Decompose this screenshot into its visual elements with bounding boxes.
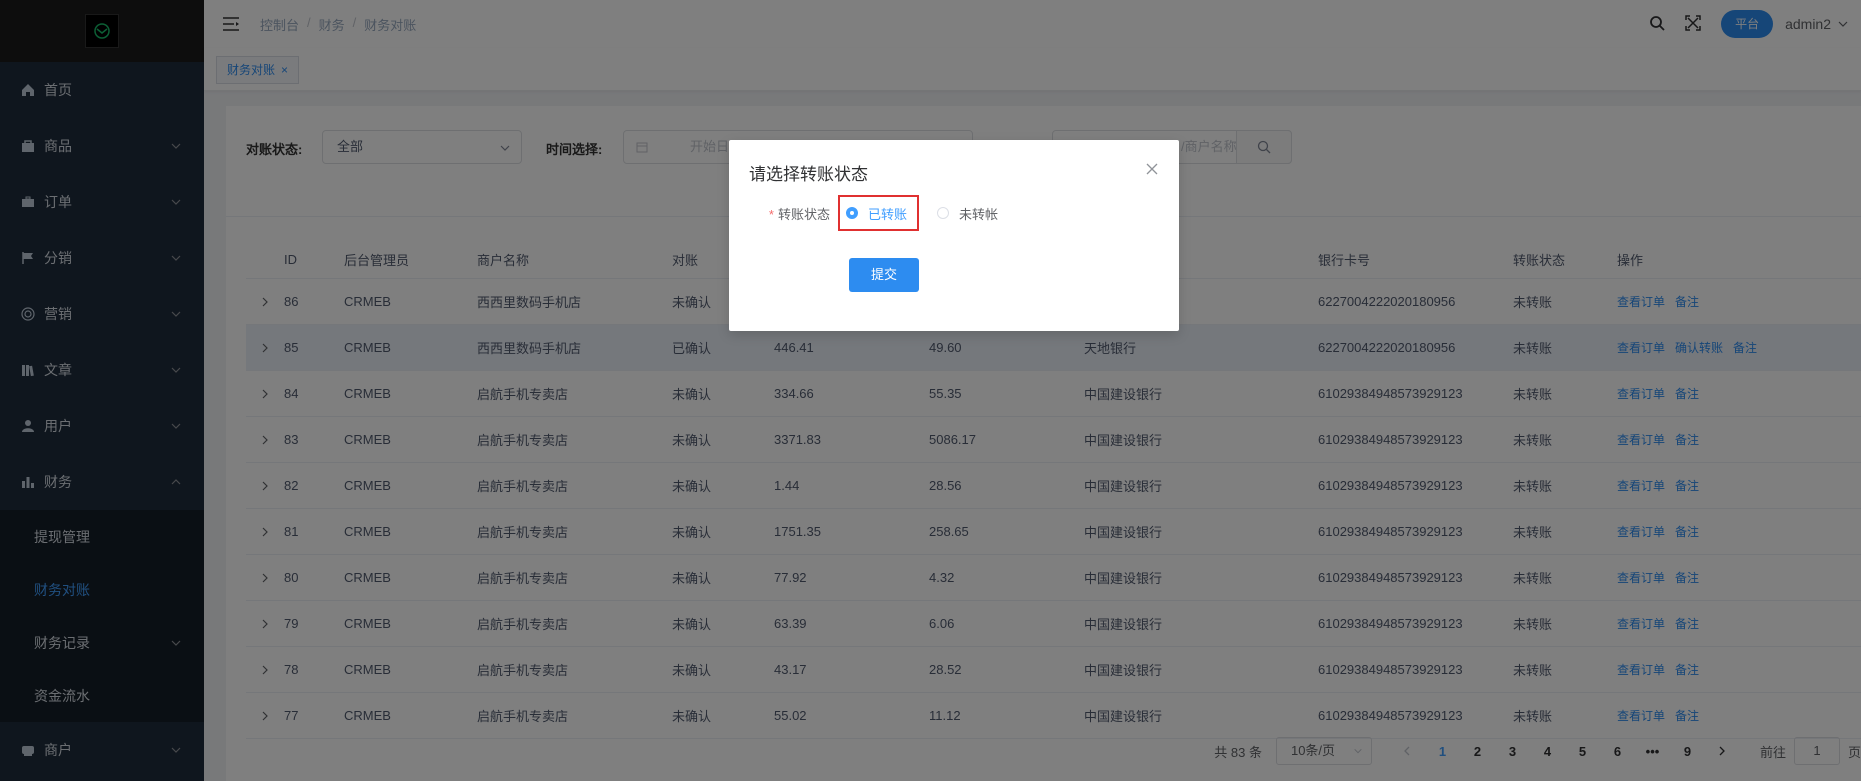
radio-checked-icon xyxy=(846,207,858,219)
close-icon[interactable] xyxy=(1145,162,1159,176)
modal-overlay[interactable] xyxy=(0,0,1861,781)
radio-unchecked-icon xyxy=(937,207,950,219)
submit-button[interactable]: 提交 xyxy=(849,258,919,292)
dialog-title: 请选择转账状态 xyxy=(749,165,868,184)
radio-not-transferred[interactable]: 未转帐 xyxy=(937,204,998,223)
transfer-status-label: * 转账状态 xyxy=(729,204,838,223)
radio-transferred[interactable]: 已转账 xyxy=(846,204,907,223)
radio-label: 未转帐 xyxy=(959,206,999,222)
transfer-status-dialog: 请选择转账状态 * 转账状态 已转账 未转帐 提交 xyxy=(729,140,1179,331)
radio-label: 已转账 xyxy=(868,206,908,222)
highlight-box: 已转账 xyxy=(838,195,920,231)
required-mark: * xyxy=(768,206,774,222)
transfer-status-row: * 转账状态 已转账 未转帐 xyxy=(729,195,1179,231)
field-label: 转账状态 xyxy=(777,206,830,222)
